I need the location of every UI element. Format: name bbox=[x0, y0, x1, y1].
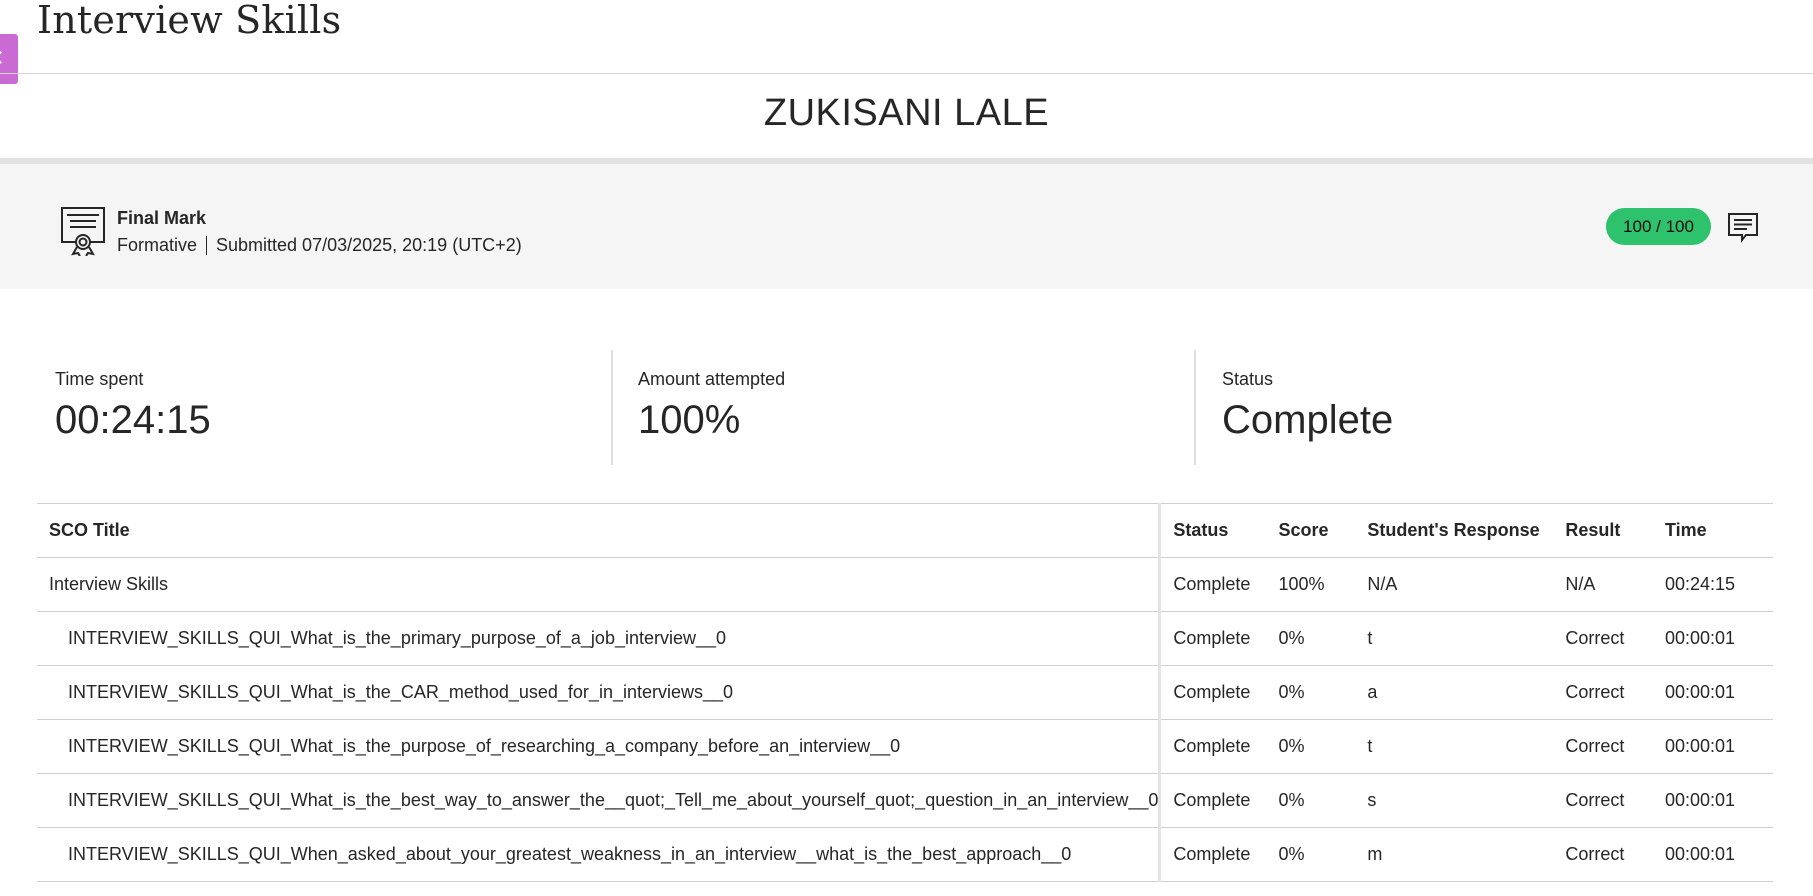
divider bbox=[0, 73, 1813, 74]
row-score: 0% bbox=[1278, 719, 1368, 774]
column-header-score: Score bbox=[1278, 503, 1368, 558]
student-name: ZUKISANI LALE bbox=[763, 92, 1050, 134]
row-response: s bbox=[1367, 773, 1566, 828]
final-mark-label: Final Mark bbox=[117, 208, 207, 228]
row-status: Complete bbox=[1159, 719, 1279, 774]
separator bbox=[206, 236, 208, 255]
row-status: Complete bbox=[1159, 557, 1279, 612]
sco-title: INTERVIEW_SKILLS_QUI_What_is_the_primary… bbox=[37, 611, 1162, 666]
row-score: 0% bbox=[1278, 773, 1368, 828]
column-header-result: Result bbox=[1565, 503, 1665, 558]
row-response: N/A bbox=[1367, 557, 1566, 612]
row-status: Complete bbox=[1159, 611, 1279, 666]
row-score: 0% bbox=[1278, 611, 1368, 666]
row-response: m bbox=[1367, 827, 1566, 882]
column-header-status: Status bbox=[1159, 503, 1279, 558]
row-time: 00:24:15 bbox=[1664, 557, 1773, 612]
row-time: 00:00:01 bbox=[1664, 773, 1773, 828]
amount-attempted-label: Amount attempted bbox=[638, 369, 786, 389]
column-header-response: Student's Response bbox=[1367, 503, 1566, 558]
collapse-panel-button[interactable] bbox=[0, 34, 18, 84]
table-row: INTERVIEW_SKILLS_QUI_What_is_the_primary… bbox=[37, 611, 1773, 666]
stat-divider bbox=[1194, 350, 1196, 465]
table-row: INTERVIEW_SKILLS_QUI_What_is_the_best_wa… bbox=[37, 773, 1773, 828]
row-result: Correct bbox=[1565, 773, 1665, 828]
row-response: t bbox=[1367, 611, 1566, 666]
row-result: Correct bbox=[1565, 827, 1665, 882]
row-status: Complete bbox=[1159, 773, 1279, 828]
submitted-date: Submitted 07/03/2025, 20:19 (UTC+2) bbox=[216, 235, 522, 255]
status-stat: Status Complete bbox=[1222, 350, 1393, 465]
row-response: t bbox=[1367, 719, 1566, 774]
feedback-icon[interactable] bbox=[1727, 211, 1759, 243]
table-row: INTERVIEW_SKILLS_QUI_What_is_the_purpose… bbox=[37, 719, 1773, 774]
final-mark-panel: Final Mark Formative Submitted 07/03/202… bbox=[0, 158, 1813, 289]
sco-title: INTERVIEW_SKILLS_QUI_What_is_the_best_wa… bbox=[37, 773, 1162, 828]
row-result: Correct bbox=[1565, 719, 1665, 774]
time-spent-value: 00:24:15 bbox=[55, 398, 211, 442]
row-score: 0% bbox=[1278, 665, 1368, 720]
row-response: a bbox=[1367, 665, 1566, 720]
page-title: Interview Skills bbox=[37, 0, 342, 42]
row-time: 00:00:01 bbox=[1664, 719, 1773, 774]
score-badge[interactable]: 100 / 100 bbox=[1606, 208, 1711, 245]
status-label: Status bbox=[1222, 369, 1274, 389]
table-row: INTERVIEW_SKILLS_QUI_When_asked_about_yo… bbox=[37, 827, 1773, 882]
row-status: Complete bbox=[1159, 665, 1279, 720]
sco-title: INTERVIEW_SKILLS_QUI_What_is_the_purpose… bbox=[37, 719, 1162, 774]
row-status: Complete bbox=[1159, 827, 1279, 882]
certificate-icon bbox=[61, 207, 105, 256]
sco-title: INTERVIEW_SKILLS_QUI_When_asked_about_yo… bbox=[37, 827, 1162, 882]
row-time: 00:00:01 bbox=[1664, 611, 1773, 666]
row-result: Correct bbox=[1565, 665, 1665, 720]
sco-results-table: SCO Title Status Score Student's Respons… bbox=[37, 503, 1773, 882]
row-score: 100% bbox=[1278, 557, 1368, 612]
table-row: INTERVIEW_SKILLS_QUI_What_is_the_CAR_met… bbox=[37, 665, 1773, 720]
row-time: 00:00:01 bbox=[1664, 665, 1773, 720]
status-value: Complete bbox=[1222, 398, 1394, 442]
column-header-time: Time bbox=[1664, 503, 1773, 558]
row-result: Correct bbox=[1565, 611, 1665, 666]
sco-title: Interview Skills bbox=[37, 557, 1162, 612]
table-header-row: SCO Title Status Score Student's Respons… bbox=[37, 503, 1773, 558]
time-spent-stat: Time spent 00:24:15 bbox=[55, 350, 211, 465]
amount-attempted-value: 100% bbox=[638, 398, 741, 442]
time-spent-label: Time spent bbox=[55, 369, 144, 389]
column-header-sco-title: SCO Title bbox=[37, 503, 1162, 558]
final-mark-details: Formative Submitted 07/03/2025, 20:19 (U… bbox=[117, 235, 522, 256]
sco-title: INTERVIEW_SKILLS_QUI_What_is_the_CAR_met… bbox=[37, 665, 1162, 720]
row-time: 00:00:01 bbox=[1664, 827, 1773, 882]
table-row: Interview Skills Complete 100% N/A N/A 0… bbox=[37, 557, 1773, 612]
row-score: 0% bbox=[1278, 827, 1368, 882]
row-result: N/A bbox=[1565, 557, 1665, 612]
amount-attempted-stat: Amount attempted 100% bbox=[638, 350, 785, 465]
stat-divider bbox=[611, 350, 613, 465]
assessment-type: Formative bbox=[117, 235, 198, 255]
chevron-left-icon bbox=[0, 51, 7, 64]
